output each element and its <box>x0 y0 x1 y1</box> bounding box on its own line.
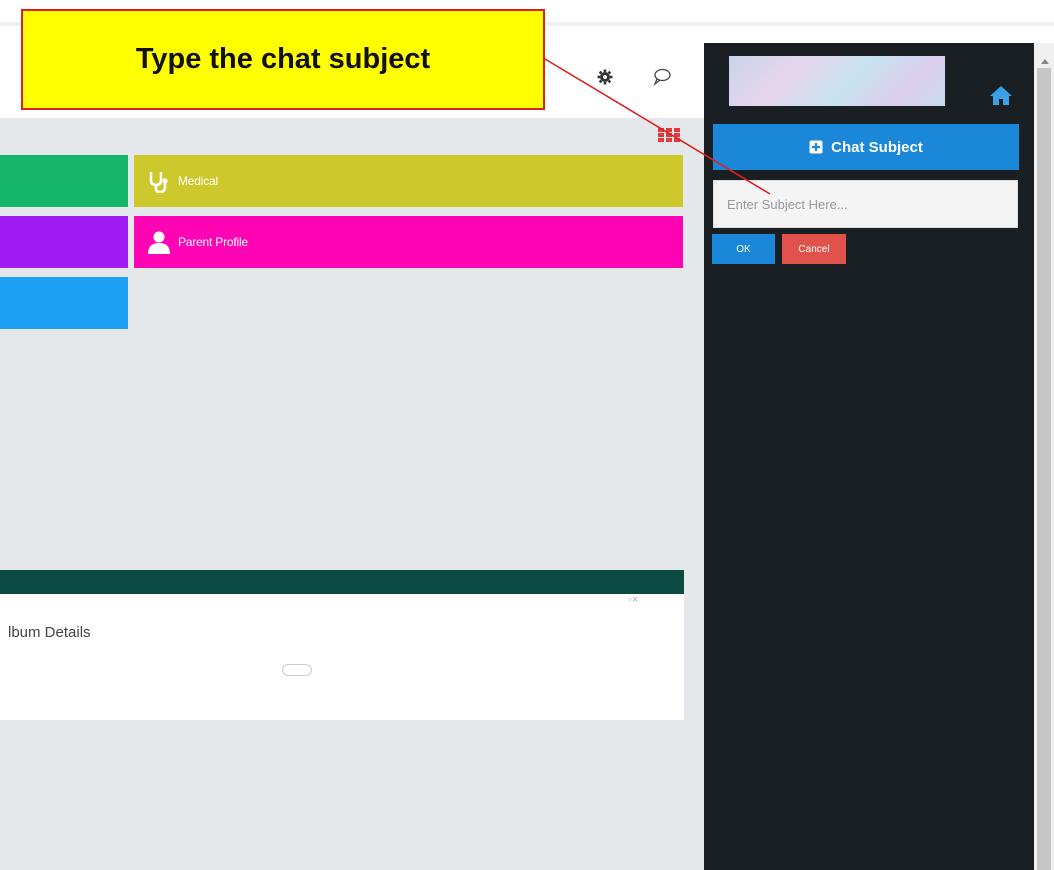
panel-title: lbum Details <box>8 624 91 641</box>
school-logo <box>729 56 945 106</box>
panel-close-controls[interactable]: ◦× <box>628 594 638 606</box>
tile-purple[interactable] <box>0 216 128 268</box>
cancel-button[interactable]: Cancel <box>782 234 846 264</box>
annotation-callout: Type the chat subject <box>21 9 545 110</box>
settings-icon[interactable] <box>597 69 613 85</box>
chat-subject-label: Chat Subject <box>831 138 923 156</box>
tile-medical[interactable]: Medical <box>134 155 683 207</box>
grid-menu-icon[interactable] <box>657 127 683 143</box>
tile-parent-profile[interactable]: Parent Profile <box>134 216 683 268</box>
plus-square-icon <box>809 140 823 154</box>
chat-bubble-icon[interactable] <box>652 67 672 87</box>
stethoscope-icon <box>146 168 172 194</box>
home-icon[interactable] <box>988 84 1014 106</box>
user-icon <box>146 229 172 255</box>
tile-medical-label: Medical <box>178 174 218 188</box>
scrollbar-thumb[interactable] <box>1037 68 1051 870</box>
scroll-up-arrow-icon[interactable] <box>1040 52 1050 64</box>
panel-toggle[interactable] <box>282 664 312 676</box>
album-details-panel <box>0 594 684 720</box>
ok-button[interactable]: OK <box>712 234 775 264</box>
tile-blue[interactable] <box>0 277 128 329</box>
panel-header-bar <box>0 570 684 594</box>
tile-green[interactable] <box>0 155 128 207</box>
chat-subject-header: Chat Subject <box>713 124 1019 170</box>
tile-parent-profile-label: Parent Profile <box>178 235 248 249</box>
chat-subject-input[interactable] <box>713 180 1018 228</box>
